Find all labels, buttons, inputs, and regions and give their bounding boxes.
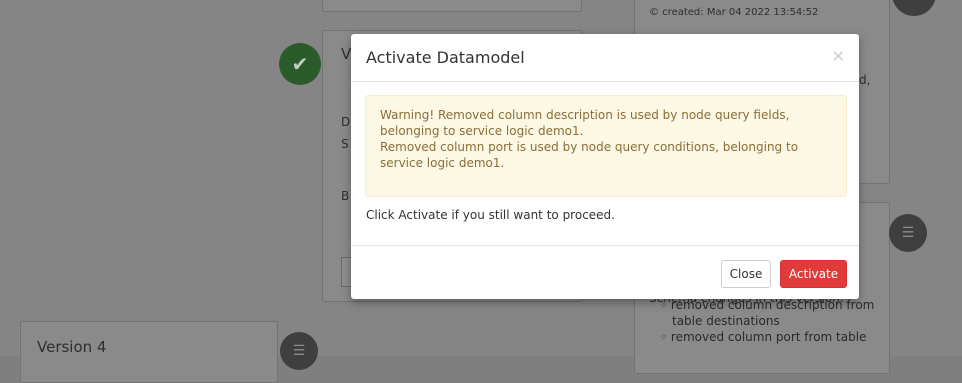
activate-datamodel-modal: Activate Datamodel × Warning! Removed co…: [351, 34, 859, 299]
modal-footer: Close Activate: [351, 245, 859, 300]
warning-alert: Warning! Removed column description is u…: [365, 95, 847, 197]
list-item: table destinations: [672, 314, 780, 328]
close-button[interactable]: Close: [721, 260, 771, 288]
list-icon: ☰: [280, 332, 318, 370]
close-icon[interactable]: ×: [832, 46, 845, 65]
schema-changes-list: ◦ removed column description from table …: [660, 297, 874, 345]
version-title: Version 4: [37, 338, 107, 356]
card-text-fragment: d,: [859, 73, 871, 87]
confirmation-text: Click Activate if you still want to proc…: [366, 208, 615, 222]
card-line-fragment: S: [341, 137, 349, 151]
check-icon: ✔: [279, 43, 321, 85]
warning-text: Removed column port is used by node quer…: [380, 140, 799, 170]
left-column: [0, 0, 300, 356]
version-card-top: [322, 0, 582, 12]
modal-header: Activate Datamodel ×: [351, 34, 859, 82]
version-title-fragment: V: [341, 45, 352, 63]
created-timestamp: © created: Mar 04 2022 13:54:52: [649, 7, 819, 18]
activate-button[interactable]: Activate: [780, 260, 847, 288]
version-card-left-bottom: Version 4: [20, 321, 278, 383]
modal-title: Activate Datamodel: [366, 48, 525, 67]
list-icon: ☰: [889, 214, 927, 252]
list-item: ◦ removed column port from table: [660, 330, 867, 344]
warning-text: Warning! Removed column description is u…: [380, 108, 790, 138]
card-line-fragment: B: [341, 189, 350, 203]
card-line-fragment: D: [341, 115, 351, 129]
